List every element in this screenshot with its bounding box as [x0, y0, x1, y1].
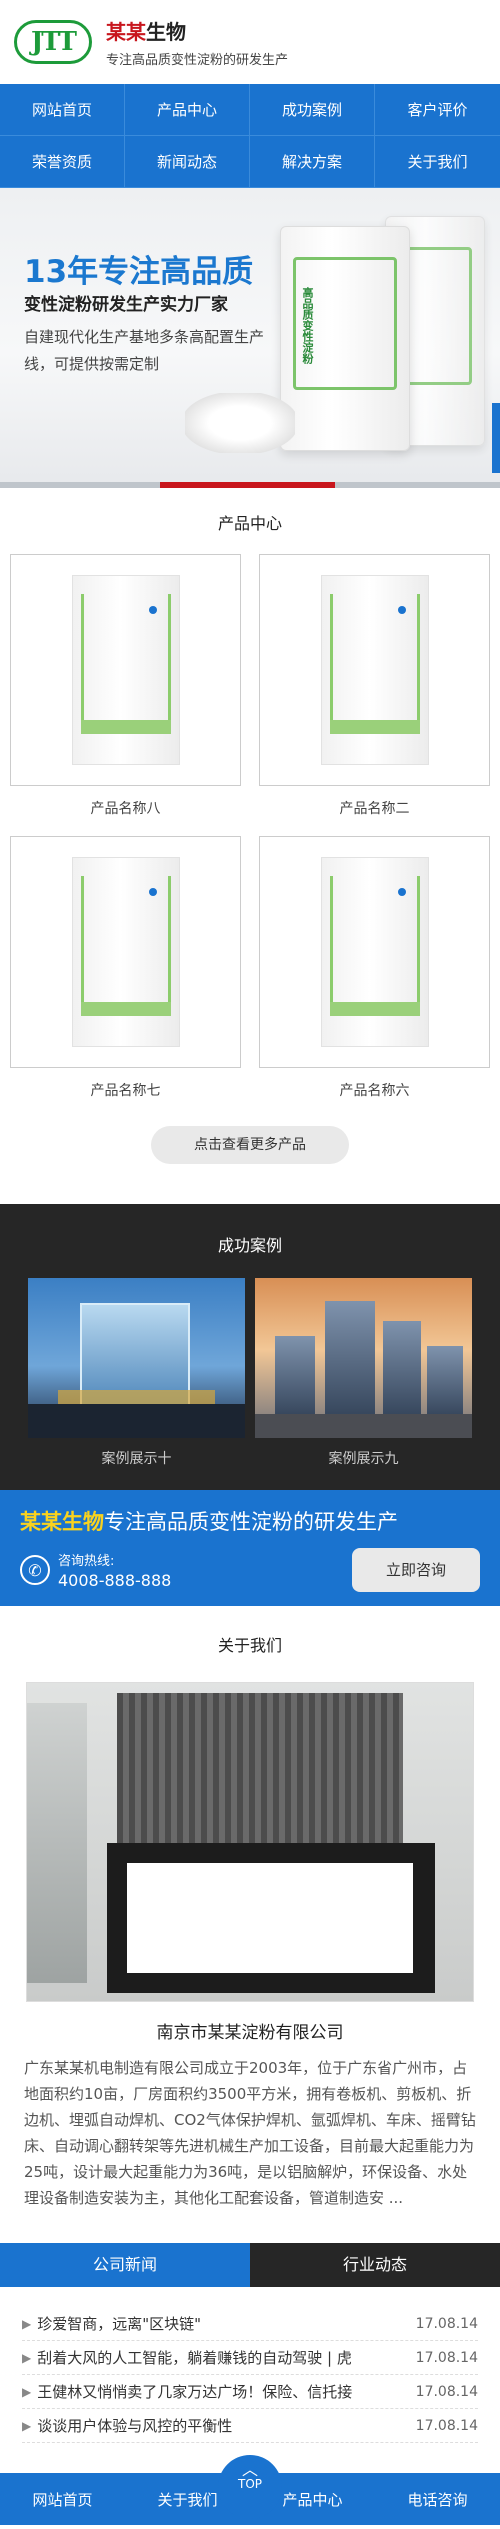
- news-item[interactable]: ▶ 珍爱智商，远离"区块链" 17.08.14: [22, 2307, 478, 2341]
- slider-progress-active: [160, 482, 335, 488]
- brand-name: 某某生物: [106, 16, 288, 45]
- tab-company-news[interactable]: 公司新闻: [0, 2243, 250, 2287]
- product-image[interactable]: [10, 554, 241, 786]
- news-title[interactable]: 谈谈用户体验与风控的平衡性: [37, 2415, 405, 2436]
- nav-item-products[interactable]: 产品中心: [125, 84, 250, 136]
- hotline: 咨询热线: 4008-888-888: [58, 1550, 171, 1590]
- product-image[interactable]: [10, 836, 241, 1068]
- promo-brand: 某某生物: [20, 1510, 104, 1534]
- main-nav: 网站首页 产品中心 成功案例 客户评价 荣誉资质 新闻动态 解决方案 关于我们: [0, 84, 500, 188]
- product-name[interactable]: 产品名称六: [259, 1080, 490, 1100]
- about-title: 关于我们: [217, 1636, 282, 1655]
- case-card[interactable]: 案例展示九: [255, 1278, 472, 1468]
- cases-section: 成功案例 案例展示十 案例展示九: [0, 1204, 500, 1490]
- news-title[interactable]: 珍爱智商，远离"区块链": [37, 2313, 405, 2334]
- tab-industry-news[interactable]: 行业动态: [250, 2243, 500, 2287]
- news-title[interactable]: 刮着大风的人工智能，躺着赚钱的自动驾驶 | 虎: [37, 2347, 405, 2368]
- phone-icon: ✆: [20, 1555, 50, 1585]
- nav-item-honors[interactable]: 荣誉资质: [0, 136, 125, 188]
- back-to-top-label: TOP: [237, 2477, 262, 2491]
- nav-item-news[interactable]: 新闻动态: [125, 136, 250, 188]
- nav-item-about[interactable]: 关于我们: [375, 136, 500, 188]
- logo-text: 某某生物 专注高品质变性淀粉的研发生产: [106, 16, 288, 68]
- case-image[interactable]: [28, 1278, 245, 1438]
- news-tabs: 公司新闻 行业动态: [0, 2243, 500, 2287]
- case-card[interactable]: 案例展示十: [28, 1278, 245, 1468]
- nav-item-home[interactable]: 网站首页: [0, 84, 125, 136]
- product-image[interactable]: [259, 836, 490, 1068]
- news-item[interactable]: ▶ 王健林又悄悄卖了几家万达广场！保险、信托接 17.08.14: [22, 2375, 478, 2409]
- news-date: 17.08.14: [415, 2349, 478, 2366]
- bullet-arrow-icon: ▶: [22, 2418, 32, 2433]
- bullet-arrow-icon: ▶: [22, 2350, 32, 2365]
- company-name: 南京市某某淀粉有限公司: [156, 2023, 344, 2043]
- footer-item-home[interactable]: 网站首页: [0, 2473, 125, 2525]
- news-item[interactable]: ▶ 刮着大风的人工智能，躺着赚钱的自动驾驶 | 虎 17.08.14: [22, 2341, 478, 2375]
- bag-label: 高品质变性淀粉: [301, 287, 314, 364]
- next-slide-peek: [492, 403, 500, 473]
- news-date: 17.08.14: [415, 2383, 478, 2400]
- case-name[interactable]: 案例展示十: [28, 1448, 245, 1468]
- products-title: 产品中心: [217, 514, 282, 533]
- case-name[interactable]: 案例展示九: [255, 1448, 472, 1468]
- slider-progress: [0, 482, 500, 488]
- brand-name-rest: 生物: [146, 20, 186, 44]
- starch-powder-image: [185, 393, 295, 453]
- site-header: JTT 某某生物 专注高品质变性淀粉的研发生产: [0, 0, 500, 84]
- news-date: 17.08.14: [415, 2315, 478, 2332]
- more-products-button[interactable]: 点击查看更多产品: [151, 1126, 349, 1164]
- banner-subtitle: 变性淀粉研发生产实力厂家: [24, 295, 228, 315]
- bullet-arrow-icon: ▶: [22, 2384, 32, 2399]
- back-to-top-button[interactable]: ︿ TOP: [218, 2455, 282, 2519]
- product-image[interactable]: [259, 554, 490, 786]
- news-list: ▶ 珍爱智商，远离"区块链" 17.08.14 ▶ 刮着大风的人工智能，躺着赚钱的自动…: [0, 2287, 500, 2443]
- nav-item-reviews[interactable]: 客户评价: [375, 84, 500, 136]
- news-title[interactable]: 王健林又悄悄卖了几家万达广场！保险、信托接: [37, 2381, 405, 2402]
- product-card[interactable]: 产品名称七: [10, 836, 241, 1100]
- brand-name-red: 某某: [106, 20, 146, 44]
- company-office-image: [26, 1682, 474, 2002]
- news-date: 17.08.14: [415, 2417, 478, 2434]
- bullet-arrow-icon: ▶: [22, 2316, 32, 2331]
- news-item[interactable]: ▶ 谈谈用户体验与风控的平衡性 17.08.14: [22, 2409, 478, 2443]
- product-card[interactable]: 产品名称六: [259, 836, 490, 1100]
- promo-contact-row: ✆ 咨询热线: 4008-888-888 立即咨询: [20, 1548, 480, 1592]
- product-card[interactable]: 产品名称二: [259, 554, 490, 818]
- case-image[interactable]: [255, 1278, 472, 1438]
- product-name[interactable]: 产品名称七: [10, 1080, 241, 1100]
- banner-description: 自建现代化生产基地多条高配置生产线，可提供按需定制: [24, 328, 265, 373]
- product-bag-image: 高品质变性淀粉: [280, 226, 410, 451]
- product-card[interactable]: 产品名称八: [10, 554, 241, 818]
- promo-title: 某某生物专注高品质变性淀粉的研发生产: [20, 1506, 480, 1536]
- footer-item-call[interactable]: 电话咨询: [375, 2473, 500, 2525]
- promo-banner: 某某生物专注高品质变性淀粉的研发生产 ✆ 咨询热线: 4008-888-888 …: [0, 1490, 500, 1606]
- hotline-number[interactable]: 4008-888-888: [58, 1571, 171, 1590]
- hero-banner[interactable]: 13年专注高品质 变性淀粉研发生产实力厂家 自建现代化生产基地多条高配置生产线，…: [0, 188, 500, 488]
- bottom-nav: 网站首页 关于我们 产品中心 电话咨询 ︿ TOP: [0, 2455, 500, 2525]
- product-grid: 产品名称八 产品名称二 产品名称七 产品名称六: [0, 534, 500, 1118]
- banner-title: 13年专注高品质: [24, 254, 254, 290]
- product-name[interactable]: 产品名称八: [10, 798, 241, 818]
- nav-item-solutions[interactable]: 解决方案: [250, 136, 375, 188]
- case-grid: 案例展示十 案例展示九: [0, 1256, 500, 1468]
- nav-item-cases[interactable]: 成功案例: [250, 84, 375, 136]
- chevron-up-icon: ︿: [241, 2460, 258, 2479]
- products-section: 产品中心 产品名称八 产品名称二 产品名称七 产品名称六 点击查看更多产品: [0, 488, 500, 1164]
- promo-text: 专注高品质变性淀粉的研发生产: [104, 1510, 398, 1534]
- brand-slogan: 专注高品质变性淀粉的研发生产: [106, 53, 289, 68]
- cases-title: 成功案例: [217, 1236, 282, 1255]
- hotline-label: 咨询热线:: [58, 1554, 115, 1569]
- consult-button[interactable]: 立即咨询: [352, 1548, 480, 1592]
- logo[interactable]: JTT: [14, 20, 92, 64]
- product-name[interactable]: 产品名称二: [259, 798, 490, 818]
- company-intro: 广东某某机电制造有限公司成立于2003年，位于广东省广州市，占地面积约10亩，厂…: [24, 2059, 476, 2207]
- about-section: 关于我们 南京市某某淀粉有限公司 广东某某机电制造有限公司成立于2003年，位于…: [0, 1606, 500, 2211]
